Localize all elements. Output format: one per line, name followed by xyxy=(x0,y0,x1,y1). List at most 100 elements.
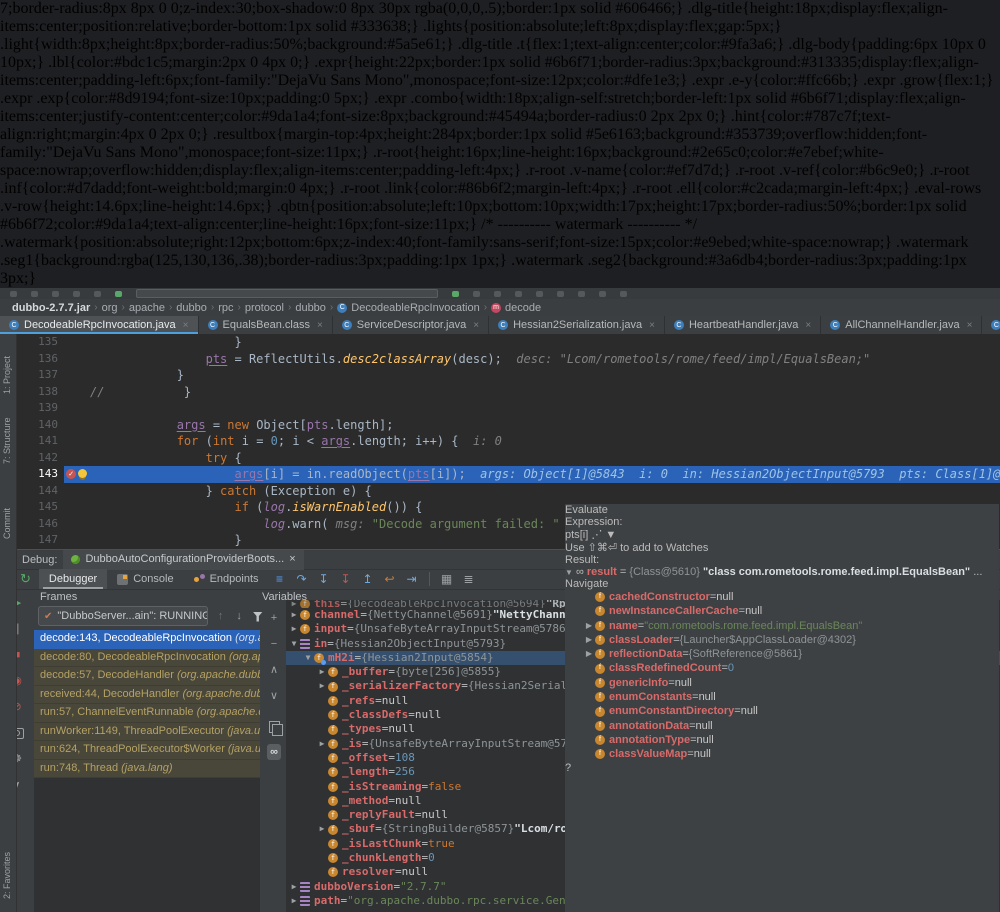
run-to-cursor-icon[interactable]: ⇥ xyxy=(401,572,423,586)
breadcrumb-item[interactable]: dubbo-2.7.7.jar xyxy=(12,302,90,314)
result-child-row[interactable]: f genericInfo = null xyxy=(565,676,999,690)
debug-icon[interactable] xyxy=(452,290,459,297)
stack-frame-row[interactable]: decode:57, DecodeHandler (org.apache.dub… xyxy=(34,667,260,686)
evaluate-expression-icon[interactable]: ▦ xyxy=(436,572,458,586)
toolbar-icon[interactable] xyxy=(494,290,501,297)
breakpoint-icon[interactable]: ✓ xyxy=(66,469,76,479)
close-icon[interactable]: × xyxy=(805,320,811,331)
chevron-collapsed-icon[interactable]: ▶ xyxy=(288,880,300,894)
sidebar-item-favorites[interactable]: 2: Favorites xyxy=(2,852,12,899)
editor-tab[interactable]: C EqualsBean.class × xyxy=(199,316,333,334)
sidebar-item-commit[interactable]: Commit xyxy=(2,508,12,539)
step-out-icon[interactable]: ↥ xyxy=(357,572,379,586)
stack-frame-row[interactable]: runWorker:1149, ThreadPoolExecutor (java… xyxy=(34,722,260,741)
close-icon[interactable]: × xyxy=(317,320,323,331)
move-down-icon[interactable]: ↓ xyxy=(233,610,246,622)
expression-input[interactable]: pts[i] ⋰ ▼ xyxy=(565,528,999,541)
result-child-row[interactable]: f enumConstantDirectory = null xyxy=(565,704,999,718)
editor-tab[interactable]: C DecodeableRpcInvocation.java × xyxy=(0,316,199,334)
dialog-titlebar[interactable]: Evaluate xyxy=(565,504,999,516)
toolbar-icon[interactable] xyxy=(52,290,59,297)
toolbar-icon[interactable] xyxy=(473,290,480,297)
help-button[interactable]: ? xyxy=(565,762,999,774)
chevron-expanded-icon[interactable]: ▼ xyxy=(302,651,314,665)
close-icon[interactable]: × xyxy=(289,553,295,565)
code-line[interactable]: 142 try { xyxy=(16,449,1000,466)
result-child-row[interactable]: f cachedConstructor = null xyxy=(565,590,999,604)
debug-session-tab[interactable]: DubboAutoConfigurationProviderBoots... × xyxy=(63,549,304,570)
chevron-expanded-icon[interactable]: ▼ xyxy=(565,568,573,577)
sidebar-item-structure[interactable]: 7: Structure xyxy=(2,417,12,464)
chevron-collapsed-icon[interactable]: ▶ xyxy=(583,619,595,633)
code-line[interactable]: 140 args = new Object[pts.length]; xyxy=(16,416,1000,433)
expand-icon[interactable]: ⋰ xyxy=(591,529,602,541)
inline-values-icon[interactable]: ∞ xyxy=(266,744,282,760)
close-icon[interactable]: × xyxy=(649,320,655,331)
stack-frame-row[interactable]: received:44, DecodeHandler (org.apache.d… xyxy=(34,685,260,704)
copy-icon[interactable] xyxy=(266,718,283,736)
result-child-row[interactable]: f enumConstants = null xyxy=(565,690,999,704)
code-line[interactable]: 137 } xyxy=(16,367,1000,384)
close-icon[interactable]: × xyxy=(183,320,189,331)
toolbar-icon[interactable] xyxy=(599,290,606,297)
breadcrumb-item[interactable]: protocol xyxy=(245,302,284,314)
stack-frame-row[interactable]: decode:80, DecodeableRpcInvocation (org.… xyxy=(34,648,260,667)
stack-frame-row[interactable]: decode:143, DecodeableRpcInvocation (org… xyxy=(34,630,260,649)
chevron-collapsed-icon[interactable]: ▶ xyxy=(316,737,328,751)
navigate-link[interactable]: Navigate xyxy=(565,578,608,590)
chevron-collapsed-icon[interactable]: ▶ xyxy=(583,633,595,647)
code-line[interactable]: 136 pts = ReflectUtils.desc2classArray(d… xyxy=(16,350,1000,367)
toolbar-icon[interactable] xyxy=(620,290,627,297)
rerun-icon[interactable]: ↻ xyxy=(20,571,31,587)
breadcrumb-item[interactable]: org xyxy=(102,302,118,314)
result-child-row[interactable]: ▶ f name = "com.rometools.rome.feed.impl.E… xyxy=(565,619,999,633)
code-line[interactable]: 138 // } xyxy=(16,383,1000,400)
result-child-row[interactable]: f newInstanceCallerCache = null xyxy=(565,604,999,618)
stack-frame-row[interactable]: run:57, ChannelEventRunnable (org.apache… xyxy=(34,704,260,723)
chevron-collapsed-icon[interactable]: ▶ xyxy=(288,894,300,908)
tab-debugger[interactable]: Debugger xyxy=(38,569,108,589)
run-configuration-box[interactable] xyxy=(136,289,438,298)
breadcrumb-item[interactable]: dubbo xyxy=(176,302,207,314)
code-line[interactable]: 139 xyxy=(16,400,1000,417)
breadcrumb-item[interactable]: m decode xyxy=(491,302,541,314)
toolbar-icon[interactable] xyxy=(10,290,17,297)
chevron-collapsed-icon[interactable]: ▶ xyxy=(583,647,595,661)
up-icon[interactable]: ∧ xyxy=(266,662,282,678)
intention-bulb-icon[interactable] xyxy=(78,469,87,478)
chevron-collapsed-icon[interactable]: ▶ xyxy=(316,665,328,679)
force-step-into-icon[interactable]: ↧ xyxy=(335,572,357,586)
result-child-row[interactable]: f classRedefinedCount = 0 xyxy=(565,661,999,675)
code-line[interactable]: 135 } xyxy=(16,334,1000,351)
layout-menu-icon[interactable]: ≡ xyxy=(269,572,291,586)
result-root-row[interactable]: ▼ ∞ result = {Class@5610} "class com.rom… xyxy=(565,566,999,590)
close-icon[interactable]: × xyxy=(473,320,479,331)
chevron-expanded-icon[interactable]: ▼ xyxy=(288,637,300,651)
breadcrumb-item[interactable]: apache xyxy=(129,302,165,314)
code-line[interactable]: 144 } catch (Exception e) { xyxy=(16,482,1000,499)
toolbar-icon[interactable] xyxy=(515,290,522,297)
step-over-icon[interactable]: ↷ xyxy=(291,572,313,586)
remove-icon[interactable]: − xyxy=(266,636,282,652)
thread-selector[interactable]: ✔ "DubboServer...ain": RUNNING ▼ xyxy=(38,606,209,626)
chevron-collapsed-icon[interactable]: ▶ xyxy=(288,600,300,608)
editor-tab[interactable]: CAbstractPeer.java× xyxy=(982,316,1000,334)
result-child-row[interactable]: f annotationType = null xyxy=(565,733,999,747)
result-child-row[interactable]: ▶ f reflectionData = {SoftReference@5861} xyxy=(565,647,999,661)
sidebar-item-project[interactable]: 1: Project xyxy=(2,356,12,394)
result-child-row[interactable]: ▶ f classLoader = {Launcher$AppClassLoader… xyxy=(565,633,999,647)
breadcrumb-item[interactable]: rpc xyxy=(218,302,233,314)
breadcrumb-item[interactable]: C DecodeableRpcInvocation xyxy=(337,302,480,314)
editor-tab[interactable]: C ServiceDescriptor.java × xyxy=(333,316,490,334)
run-icon[interactable] xyxy=(115,290,122,297)
history-dropdown-icon[interactable]: ▼ xyxy=(605,529,616,541)
down-icon[interactable]: ∨ xyxy=(266,688,282,704)
close-icon[interactable]: × xyxy=(967,320,973,331)
editor-tab[interactable]: C HeartbeatHandler.java × xyxy=(665,316,822,334)
move-up-icon[interactable]: ↑ xyxy=(214,610,227,622)
chevron-collapsed-icon[interactable]: ▶ xyxy=(288,622,300,636)
tab-console[interactable]: Console xyxy=(107,569,183,589)
toolbar-icon[interactable] xyxy=(578,290,585,297)
tab-endpoints[interactable]: Endpoints xyxy=(184,569,269,589)
editor-tab[interactable]: C AllChannelHandler.java × xyxy=(821,316,983,334)
